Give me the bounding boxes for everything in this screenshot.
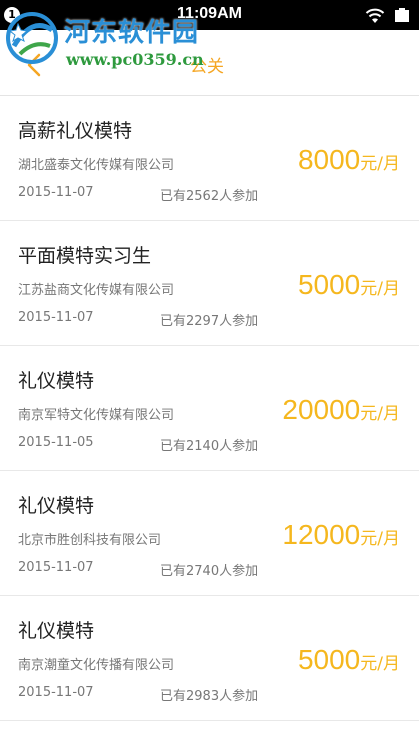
status-clock: 11:09AM xyxy=(177,5,242,22)
back-button[interactable] xyxy=(24,52,46,78)
salary-amount: 20000 xyxy=(282,394,361,425)
job-list-item[interactable]: 礼仪模特 南京潮童文化传播有限公司 2015-11-07 已有2983人参加 5… xyxy=(0,596,419,721)
job-title: 高薪礼仪模特 xyxy=(18,120,133,142)
salary-unit: 元/月 xyxy=(360,654,400,674)
salary-unit: 元/月 xyxy=(360,154,400,174)
company-name: 北京市胜创科技有限公司 xyxy=(18,533,162,548)
salary-unit: 元/月 xyxy=(360,404,400,424)
job-title: 礼仪模特 xyxy=(18,620,95,642)
salary: 8000元/月 xyxy=(298,144,400,176)
chevron-left-icon xyxy=(27,53,41,77)
job-list-item[interactable]: 礼仪模特 北京市胜创科技有限公司 2015-11-07 已有2740人参加 12… xyxy=(0,471,419,596)
job-list-item[interactable]: 平面模特实习生 江苏盐商文化传媒有限公司 2015-11-07 已有2297人参… xyxy=(0,221,419,346)
participant-count: 已有2562人参加 xyxy=(160,189,259,204)
participant-count: 已有2983人参加 xyxy=(160,689,259,704)
post-date: 2015-11-07 xyxy=(18,560,94,575)
salary-unit: 元/月 xyxy=(360,279,400,299)
salary: 5000元/月 xyxy=(298,269,400,301)
page-title: 公关 xyxy=(190,57,224,77)
participant-count: 已有2297人参加 xyxy=(160,314,259,329)
job-title: 平面模特实习生 xyxy=(18,245,152,267)
salary-amount: 8000 xyxy=(297,144,361,175)
company-name: 江苏盐商文化传媒有限公司 xyxy=(18,283,175,298)
salary-amount: 5000 xyxy=(297,644,361,675)
company-name: 湖北盛泰文化传媒有限公司 xyxy=(18,158,175,173)
salary: 12000元/月 xyxy=(282,519,400,551)
job-title: 礼仪模特 xyxy=(18,370,95,392)
salary: 20000元/月 xyxy=(282,394,400,426)
post-date: 2015-11-07 xyxy=(18,185,94,200)
salary-amount: 12000 xyxy=(282,519,361,550)
participant-count: 已有2740人参加 xyxy=(160,564,259,579)
job-list: 高薪礼仪模特 湖北盛泰文化传媒有限公司 2015-11-07 已有2562人参加… xyxy=(0,96,419,721)
participant-count: 已有2140人参加 xyxy=(160,439,259,454)
job-title: 礼仪模特 xyxy=(18,495,95,517)
job-list-item[interactable]: 礼仪模特 南京军特文化传媒有限公司 2015-11-05 已有2140人参加 2… xyxy=(0,346,419,471)
post-date: 2015-11-07 xyxy=(18,685,94,700)
salary-amount: 5000 xyxy=(297,269,361,300)
post-date: 2015-11-07 xyxy=(18,310,94,325)
job-list-item[interactable]: 高薪礼仪模特 湖北盛泰文化传媒有限公司 2015-11-07 已有2562人参加… xyxy=(0,96,419,221)
post-date: 2015-11-05 xyxy=(18,435,94,450)
status-bar: 1 11:09AM xyxy=(0,0,419,30)
company-name: 南京军特文化传媒有限公司 xyxy=(18,408,175,423)
header-bar: 公关 xyxy=(0,30,419,96)
company-name: 南京潮童文化传播有限公司 xyxy=(18,658,175,673)
wifi-icon xyxy=(365,8,385,23)
battery-icon xyxy=(395,8,409,22)
salary: 5000元/月 xyxy=(298,644,400,676)
salary-unit: 元/月 xyxy=(360,529,400,549)
